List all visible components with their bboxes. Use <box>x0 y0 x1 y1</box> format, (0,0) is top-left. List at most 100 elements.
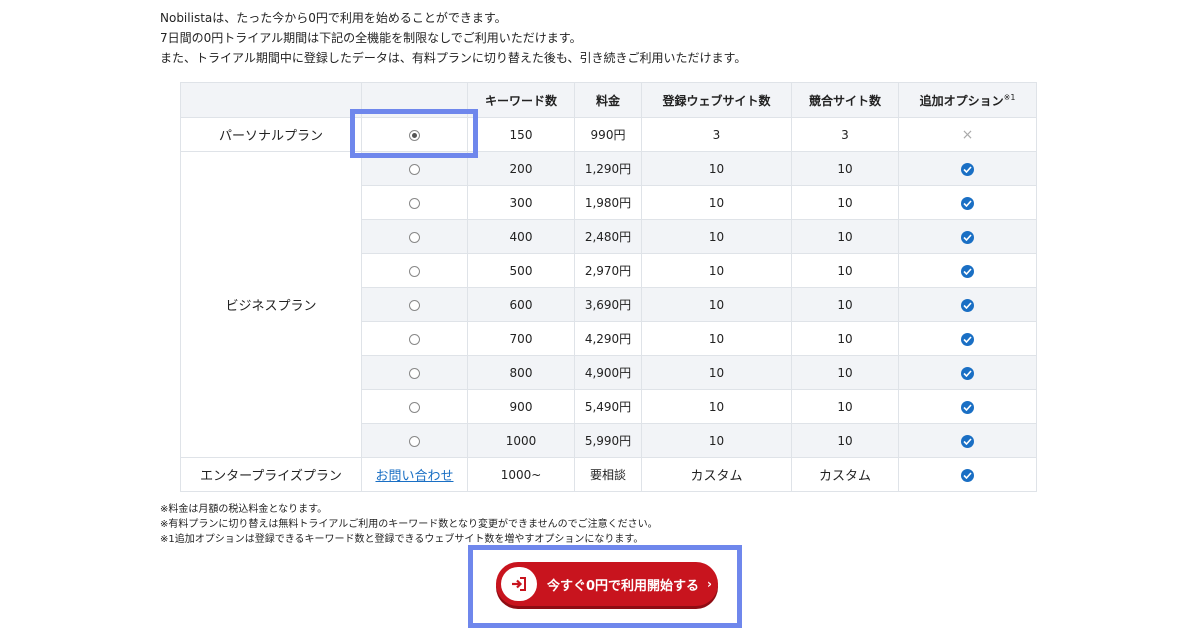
check-icon <box>961 298 974 312</box>
check-icon <box>961 366 974 380</box>
radio-icon[interactable] <box>409 367 420 379</box>
intro-line-1: Nobilistaは、たった今から0円で利用を始めることができます。 <box>160 11 507 25</box>
price-cell: 1,290円 <box>574 151 642 186</box>
price-cell: 要相談 <box>574 457 642 492</box>
select-cell-enterprise: お問い合わせ <box>361 457 468 492</box>
option-cell <box>898 151 1037 186</box>
select-cell <box>361 423 468 458</box>
sites-cell: 10 <box>641 321 792 356</box>
start-free-button[interactable]: 今すぐ0円で利用開始する › <box>496 562 718 606</box>
select-cell <box>361 219 468 254</box>
note-2: ※有料プランに切り替えは無料トライアルご利用のキーワード数となり変更ができません… <box>160 519 658 530</box>
competitors-cell: カスタム <box>791 457 899 492</box>
cross-icon: × <box>961 126 974 143</box>
select-cell <box>361 185 468 220</box>
price-cell: 2,970円 <box>574 253 642 288</box>
notes: ※料金は月額の税込料金となります。 ※有料プランに切り替えは無料トライアルご利用… <box>160 502 658 547</box>
sites-cell: 10 <box>641 389 792 424</box>
intro-text: Nobilistaは、たった今から0円で利用を始めることができます。 7日間の0… <box>160 8 746 68</box>
check-icon <box>961 400 974 414</box>
competitors-cell: 10 <box>791 287 899 322</box>
plan-name-enterprise: エンタープライズプラン <box>180 457 362 492</box>
pricing-table: キーワード数 料金 登録ウェブサイト数 競合サイト数 追加オプション※1 パーソ… <box>180 82 1037 492</box>
login-icon <box>501 567 537 601</box>
keywords-cell: 150 <box>467 117 575 152</box>
sites-cell: 10 <box>641 423 792 458</box>
plan-name-personal: パーソナルプラン <box>180 117 362 152</box>
select-cell <box>361 321 468 356</box>
check-icon <box>961 468 974 482</box>
keywords-cell: 1000 <box>467 423 575 458</box>
check-icon <box>961 196 974 210</box>
header-sites: 登録ウェブサイト数 <box>641 82 792 118</box>
table-row-personal: パーソナルプラン 150 990円 3 3 × <box>180 117 1037 152</box>
check-icon <box>961 264 974 278</box>
sites-cell: 10 <box>641 185 792 220</box>
competitors-cell: 10 <box>791 321 899 356</box>
price-cell: 4,290円 <box>574 321 642 356</box>
header-plan <box>180 82 362 118</box>
sites-cell: 10 <box>641 287 792 322</box>
table-header-row: キーワード数 料金 登録ウェブサイト数 競合サイト数 追加オプション※1 <box>180 82 1037 118</box>
select-cell <box>361 355 468 390</box>
sites-cell: 3 <box>641 117 792 152</box>
sites-cell: カスタム <box>641 457 792 492</box>
table-row-business: ビジネスプラン 200 1,290円 10 10 <box>180 151 1037 458</box>
radio-icon[interactable] <box>409 299 420 311</box>
header-competitors: 競合サイト数 <box>791 82 899 118</box>
check-icon <box>961 434 974 448</box>
select-cell <box>361 253 468 288</box>
radio-icon[interactable] <box>409 231 420 243</box>
intro-line-3: また、トライアル期間中に登録したデータは、有料プランに切り替えた後も、引き続きご… <box>160 51 747 65</box>
chevron-right-icon: › <box>707 577 712 591</box>
option-cell <box>898 219 1037 254</box>
option-cell: × <box>898 117 1037 152</box>
radio-icon[interactable] <box>409 401 420 413</box>
header-select <box>361 82 468 118</box>
radio-icon[interactable] <box>409 129 420 141</box>
radio-icon[interactable] <box>409 333 420 345</box>
note-1: ※料金は月額の税込料金となります。 <box>160 504 328 515</box>
header-price: 料金 <box>574 82 642 118</box>
radio-icon[interactable] <box>409 435 420 447</box>
keywords-cell: 700 <box>467 321 575 356</box>
option-cell <box>898 321 1037 356</box>
select-cell <box>361 287 468 322</box>
header-option-note: ※1 <box>1003 92 1016 102</box>
contact-link[interactable]: お問い合わせ <box>375 469 453 484</box>
price-cell: 990円 <box>574 117 642 152</box>
option-cell <box>898 457 1037 492</box>
check-icon <box>961 230 974 244</box>
radio-icon[interactable] <box>409 265 420 277</box>
sites-cell: 10 <box>641 219 792 254</box>
header-option-label: 追加オプション <box>919 93 1004 108</box>
option-cell <box>898 355 1037 390</box>
price-cell: 4,900円 <box>574 355 642 390</box>
option-cell <box>898 389 1037 424</box>
price-cell: 2,480円 <box>574 219 642 254</box>
sites-cell: 10 <box>641 253 792 288</box>
competitors-cell: 10 <box>791 185 899 220</box>
radio-icon[interactable] <box>409 163 420 175</box>
radio-icon[interactable] <box>409 197 420 209</box>
sites-cell: 10 <box>641 151 792 186</box>
price-cell: 3,690円 <box>574 287 642 322</box>
header-option: 追加オプション※1 <box>898 82 1037 118</box>
competitors-cell: 10 <box>791 253 899 288</box>
competitors-cell: 10 <box>791 423 899 458</box>
plan-name-business: ビジネスプラン <box>180 151 362 458</box>
select-cell <box>361 389 468 424</box>
keywords-cell: 1000~ <box>467 457 575 492</box>
sites-cell: 10 <box>641 355 792 390</box>
option-cell <box>898 287 1037 322</box>
start-free-label: 今すぐ0円で利用開始する <box>547 578 700 594</box>
keywords-cell: 200 <box>467 151 575 186</box>
price-cell: 5,490円 <box>574 389 642 424</box>
price-cell: 1,980円 <box>574 185 642 220</box>
option-cell <box>898 253 1037 288</box>
header-keywords: キーワード数 <box>467 82 575 118</box>
option-cell <box>898 185 1037 220</box>
note-3: ※1追加オプションは登録できるキーワード数と登録できるウェブサイト数を増やすオプ… <box>160 534 644 545</box>
keywords-cell: 300 <box>467 185 575 220</box>
check-icon <box>961 162 974 176</box>
